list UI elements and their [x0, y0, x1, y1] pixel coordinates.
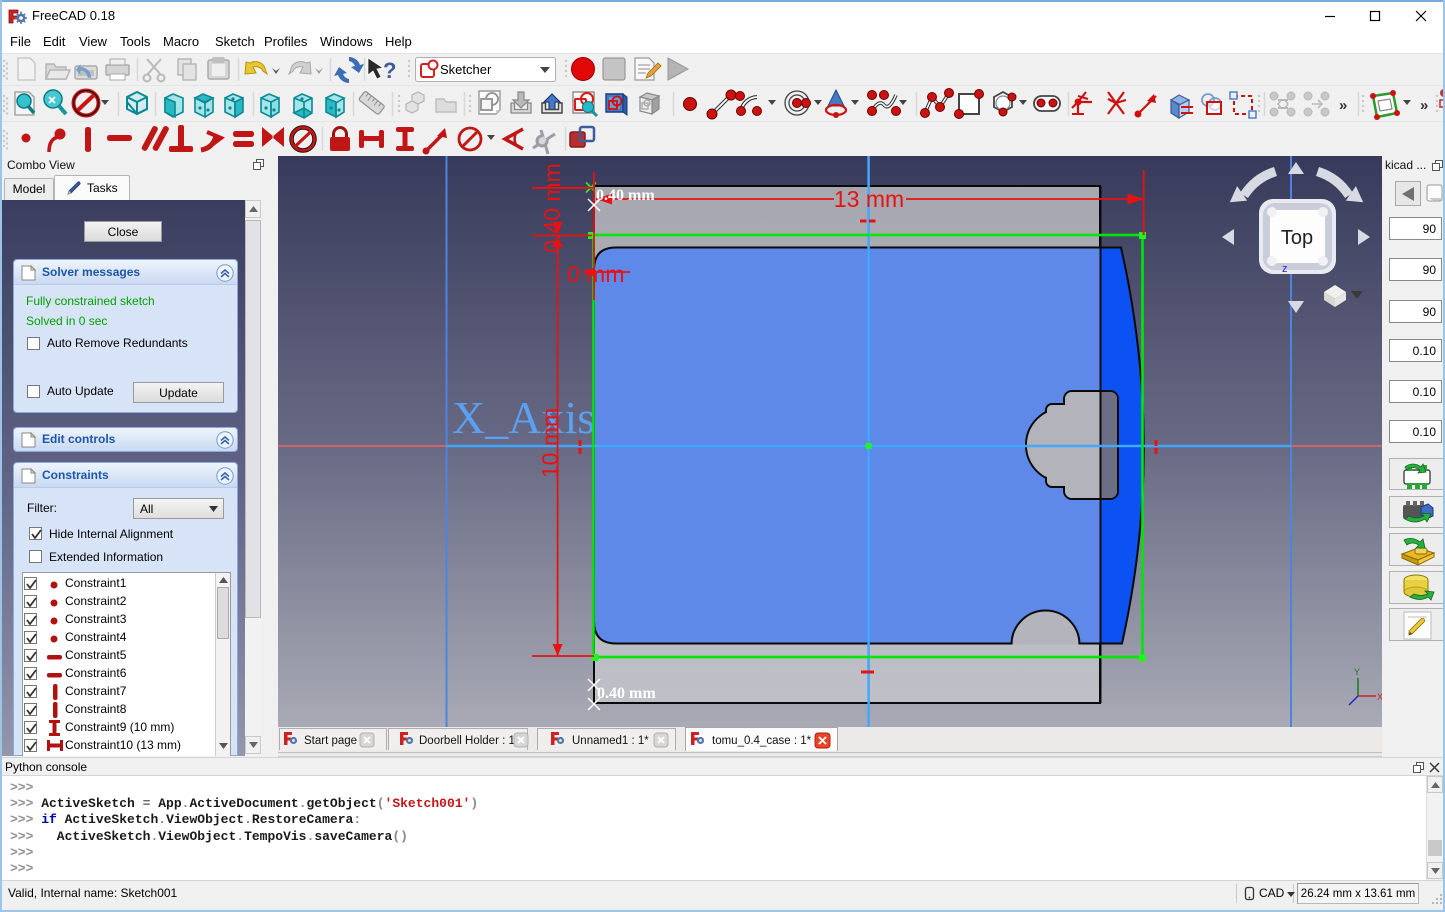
svg-text:0.40 mm: 0.40 mm: [596, 187, 655, 204]
svg-text:X_Axis: X_Axis: [452, 392, 595, 443]
svg-text:0 mm: 0 mm: [567, 261, 625, 287]
svg-text:Doorbell Holder : 1: Doorbell Holder : 1: [419, 735, 515, 747]
svg-text:»: »: [1420, 97, 1428, 114]
svg-text:Start page: Start page: [304, 735, 357, 747]
svg-text:Unnamed1 : 1*: Unnamed1 : 1*: [572, 735, 649, 747]
svg-text:Top: Top: [1281, 227, 1313, 249]
svg-text:»: »: [1339, 97, 1347, 114]
svg-text:tomu_0.4_case : 1*: tomu_0.4_case : 1*: [712, 735, 812, 747]
svg-text:13 mm: 13 mm: [834, 186, 904, 212]
svg-text:0.40 mm: 0.40 mm: [539, 163, 565, 252]
svg-text:0.40 mm: 0.40 mm: [597, 685, 656, 702]
svg-text:?: ?: [383, 58, 396, 83]
svg-text:10 mm: 10 mm: [537, 408, 563, 478]
svg-text:z: z: [1282, 263, 1288, 275]
svg-text:Y: Y: [1354, 667, 1360, 677]
svg-text:Sketcher: Sketcher: [440, 62, 492, 77]
